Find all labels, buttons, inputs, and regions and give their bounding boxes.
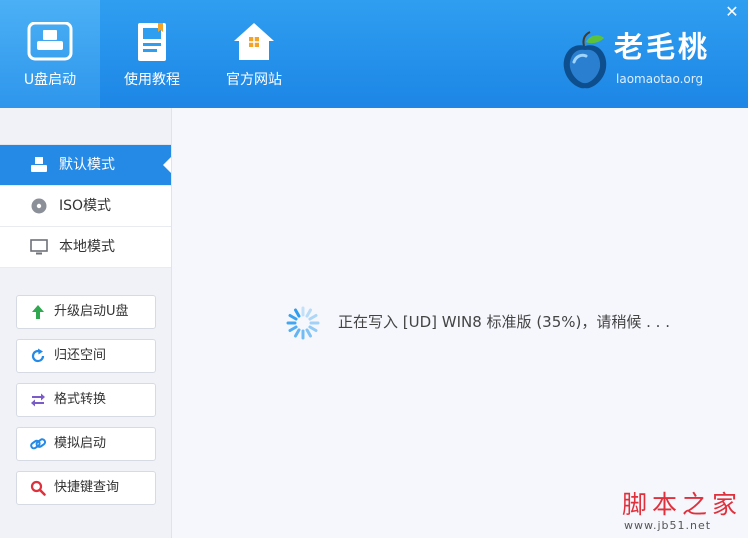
- watermark: 脚本之家 www.jb51.net: [622, 490, 742, 534]
- mode-iso-label: ISO模式: [59, 198, 112, 214]
- mode-iso[interactable]: ISO模式: [0, 186, 171, 227]
- usb-mode-icon: [31, 157, 47, 172]
- loading-spinner-icon: [286, 306, 320, 340]
- upgrade-usb-button[interactable]: 升级启动U盘: [16, 295, 156, 329]
- close-icon: ✕: [725, 2, 739, 21]
- format-convert-button[interactable]: 格式转换: [16, 383, 156, 417]
- progress-status-text: 正在写入 [UD] WIN8 标准版 (35%)，请稍候 . . .: [338, 313, 670, 331]
- nav-website-label: 官方网站: [226, 72, 282, 88]
- brand-name: 老毛桃: [614, 30, 711, 64]
- watermark-text: 脚本之家: [622, 490, 743, 519]
- header-bar: U盘启动 使用教程 官方网站 ✕ 老毛桃 laomaotao.org: [0, 0, 748, 108]
- peach-logo-icon: [563, 31, 607, 89]
- house-icon: [234, 23, 274, 60]
- watermark-url: www.jb51.net: [624, 519, 712, 532]
- sidebar: 默认模式 ISO模式 本地模式 升级启动U盘 归还空间 格式转换 模拟启动 快捷…: [0, 108, 172, 538]
- swap-icon: [31, 393, 45, 407]
- search-icon: [30, 480, 46, 496]
- refresh-icon: [31, 348, 45, 363]
- nav-tutorial[interactable]: 使用教程: [102, 0, 202, 108]
- restore-space-label: 归还空间: [54, 348, 107, 363]
- link-icon: [30, 438, 46, 450]
- usb-drive-icon: [27, 22, 73, 61]
- nav-tutorial-label: 使用教程: [124, 72, 180, 88]
- monitor-icon: [30, 239, 48, 255]
- disc-icon: [31, 198, 47, 214]
- nav-usb-boot[interactable]: U盘启动: [0, 0, 100, 108]
- mode-list: 默认模式 ISO模式 本地模式: [0, 144, 171, 268]
- hotkey-lookup-label: 快捷键查询: [54, 480, 120, 495]
- mode-default-label: 默认模式: [59, 157, 115, 173]
- arrow-up-icon: [32, 305, 44, 319]
- book-icon: [138, 23, 166, 61]
- nav-website[interactable]: 官方网站: [204, 0, 304, 108]
- mode-local[interactable]: 本地模式: [0, 227, 171, 268]
- format-convert-label: 格式转换: [54, 392, 107, 407]
- mode-local-label: 本地模式: [59, 239, 115, 255]
- upgrade-usb-label: 升级启动U盘: [54, 304, 129, 319]
- simulate-boot-button[interactable]: 模拟启动: [16, 427, 156, 461]
- nav-usb-boot-label: U盘启动: [23, 72, 77, 88]
- hotkey-lookup-button[interactable]: 快捷键查询: [16, 471, 156, 505]
- simulate-boot-label: 模拟启动: [54, 436, 107, 451]
- mode-default[interactable]: 默认模式: [0, 145, 171, 186]
- brand-url: laomaotao.org: [616, 72, 704, 86]
- brand-logo: 老毛桃 laomaotao.org: [560, 26, 730, 92]
- close-button[interactable]: ✕: [724, 4, 740, 20]
- restore-space-button[interactable]: 归还空间: [16, 339, 156, 373]
